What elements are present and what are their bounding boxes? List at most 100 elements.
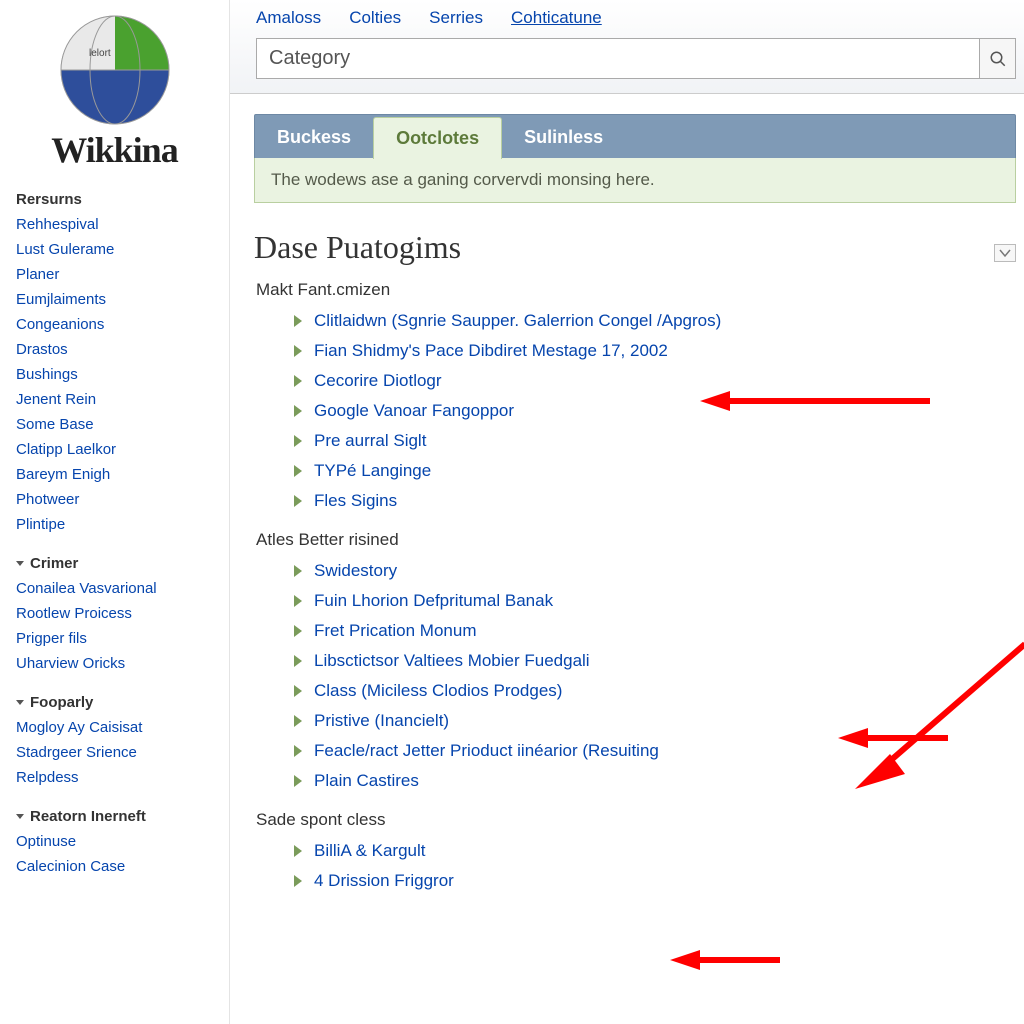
article-link[interactable]: Libsctictsor Valtiees Mobier Fuedgali [314, 651, 590, 671]
content: BuckessOotclotesSulinless The wodews ase… [230, 94, 1024, 1024]
expand-icon[interactable] [294, 375, 302, 387]
section-heading: Makt Fant.cmizen [256, 280, 1016, 300]
expand-icon[interactable] [294, 685, 302, 697]
main: Amaloss Colties Serries Cohticatune Buckess… [230, 0, 1024, 1024]
list-item: 4 Drission Friggror [294, 866, 1016, 896]
list-item: Cecorire Diotlogr [294, 366, 1016, 396]
list-item: Swidestory [294, 556, 1016, 586]
sidebar-link[interactable]: Optinuse [10, 829, 219, 854]
page-tab[interactable]: Sulinless [502, 117, 625, 158]
section-heading: Atles Better risined [256, 530, 1016, 550]
sidebar-link[interactable]: Bushings [10, 362, 219, 387]
list-item: TYPé Langinge [294, 456, 1016, 486]
list-item: Feacle/ract Jetter Prioduct iinéarior (R… [294, 736, 1016, 766]
list-item: Pre aurral Siglt [294, 426, 1016, 456]
expand-icon[interactable] [294, 775, 302, 787]
top-nav: Amaloss Colties Serries Cohticatune [256, 8, 1016, 28]
expand-icon[interactable] [294, 405, 302, 417]
sidebar-link[interactable]: Rehhespival [10, 212, 219, 237]
expand-icon[interactable] [294, 435, 302, 447]
article-link[interactable]: Fret Prication Monum [314, 621, 477, 641]
list-item: Libsctictsor Valtiees Mobier Fuedgali [294, 646, 1016, 676]
expand-icon[interactable] [294, 655, 302, 667]
page-tab[interactable]: Ootclotes [373, 117, 502, 159]
article-link[interactable]: Class (Miciless Clodios Prodges) [314, 681, 562, 701]
topnav-link[interactable]: Serries [429, 8, 483, 28]
topnav-link[interactable]: Colties [349, 8, 401, 28]
page-tab[interactable]: Buckess [255, 117, 373, 158]
sidebar-link[interactable]: Jenent Rein [10, 387, 219, 412]
page-title: Dase Puatogims [254, 229, 461, 266]
expand-icon[interactable] [294, 495, 302, 507]
search-icon [989, 50, 1007, 68]
list-item: Google Vanoar Fangoppor [294, 396, 1016, 426]
sidebar-link[interactable]: Rootlew Proicess [10, 601, 219, 626]
sidebar-link[interactable]: Calecinion Case [10, 854, 219, 879]
article-link[interactable]: Pristive (Inancielt) [314, 711, 449, 731]
sidebar-link[interactable]: Relpdess [10, 765, 219, 790]
article-link[interactable]: Google Vanoar Fangoppor [314, 401, 514, 421]
page-tabs: BuckessOotclotesSulinless [254, 114, 1016, 158]
expand-icon[interactable] [294, 595, 302, 607]
sidebar-link[interactable]: Some Base [10, 412, 219, 437]
notice-bar: The wodews ase a ganing corvervdi monsin… [254, 158, 1016, 203]
search-button[interactable] [980, 38, 1016, 79]
sidebar-section-heading[interactable]: Crimer [10, 555, 219, 576]
sidebar-link[interactable]: Congeanions [10, 312, 219, 337]
sidebar-link[interactable]: Stadrgeer Srience [10, 740, 219, 765]
annotation-arrow [670, 950, 790, 975]
list-item: Fian Shidmy's Pace Dibdiret Mestage 17, … [294, 336, 1016, 366]
expand-icon[interactable] [294, 345, 302, 357]
article-link[interactable]: Swidestory [314, 561, 397, 581]
expand-icon[interactable] [294, 565, 302, 577]
page-options-button[interactable] [994, 244, 1016, 262]
article-link[interactable]: Cecorire Diotlogr [314, 371, 442, 391]
logo-text: Wikkina [10, 129, 219, 171]
list-item: BilliA & Kargult [294, 836, 1016, 866]
expand-icon[interactable] [294, 715, 302, 727]
sidebar-link[interactable]: Planer [10, 262, 219, 287]
sidebar-link[interactable]: Photweer [10, 487, 219, 512]
svg-text:lelort: lelort [89, 48, 111, 59]
search-input[interactable] [256, 38, 980, 79]
article-link[interactable]: BilliA & Kargult [314, 841, 426, 861]
expand-icon[interactable] [294, 845, 302, 857]
sidebar-link[interactable]: Mogloy Ay Caisisat [10, 715, 219, 740]
expand-icon[interactable] [294, 315, 302, 327]
list-item: Class (Miciless Clodios Prodges) [294, 676, 1016, 706]
article-link[interactable]: Clitlaidwn (Sgnrie Saupper. Galerrion Co… [314, 311, 721, 331]
sidebar-link[interactable]: Lust Gulerame [10, 237, 219, 262]
chevron-down-icon [999, 248, 1011, 258]
list-item: Clitlaidwn (Sgnrie Saupper. Galerrion Co… [294, 306, 1016, 336]
expand-icon[interactable] [294, 875, 302, 887]
section-heading: Sade spont cless [256, 810, 1016, 830]
sidebar-link[interactable]: Bareym Enigh [10, 462, 219, 487]
search-row [256, 38, 1016, 79]
expand-icon[interactable] [294, 465, 302, 477]
list-item: Plain Castires [294, 766, 1016, 796]
expand-icon[interactable] [294, 745, 302, 757]
sidebar-link[interactable]: Conailea Vasvarional [10, 576, 219, 601]
article-link[interactable]: Fian Shidmy's Pace Dibdiret Mestage 17, … [314, 341, 668, 361]
list-item: Fret Prication Monum [294, 616, 1016, 646]
article-link[interactable]: Fles Sigins [314, 491, 397, 511]
logo[interactable]: lelort Wikkina [10, 10, 219, 171]
sidebar-link[interactable]: Plintipe [10, 512, 219, 537]
article-link[interactable]: Plain Castires [314, 771, 419, 791]
sidebar-section-heading[interactable]: Fooparly [10, 694, 219, 715]
article-link[interactable]: Pre aurral Siglt [314, 431, 426, 451]
topnav-link[interactable]: Cohticatune [511, 8, 602, 28]
sidebar-link[interactable]: Eumjlaiments [10, 287, 219, 312]
article-link[interactable]: 4 Drission Friggror [314, 871, 454, 891]
article-link[interactable]: Feacle/ract Jetter Prioduct iinéarior (R… [314, 741, 659, 761]
sidebar-section-heading[interactable]: Reatorn Inerneft [10, 808, 219, 829]
sidebar-link[interactable]: Clatipp Laelkor [10, 437, 219, 462]
article-link[interactable]: TYPé Langinge [314, 461, 431, 481]
sidebar-link[interactable]: Drastos [10, 337, 219, 362]
expand-icon[interactable] [294, 625, 302, 637]
list-item: Fles Sigins [294, 486, 1016, 516]
sidebar-link[interactable]: Prigper fils [10, 626, 219, 651]
article-link[interactable]: Fuin Lhorion Defpritumal Banak [314, 591, 553, 611]
topnav-link[interactable]: Amaloss [256, 8, 321, 28]
sidebar-link[interactable]: Uharview Oricks [10, 651, 219, 676]
